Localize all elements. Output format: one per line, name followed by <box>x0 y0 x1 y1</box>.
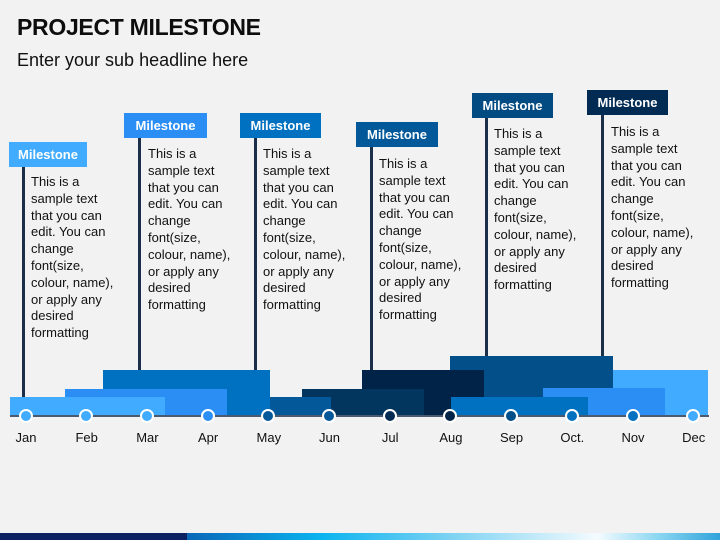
timeline-dot[interactable] <box>200 409 215 423</box>
milestone-pole <box>22 167 25 397</box>
month-label: Jun <box>319 430 340 445</box>
milestone-label: Milestone <box>367 127 427 142</box>
timeline-dot[interactable] <box>564 409 579 423</box>
timeline-dot[interactable] <box>18 409 33 423</box>
milestone-pole <box>254 138 257 370</box>
month-label: Feb <box>75 430 98 445</box>
month-label: Oct. <box>560 430 585 445</box>
milestone-flag[interactable]: Milestone <box>356 122 438 147</box>
month-label: Sep <box>500 430 524 445</box>
month-label: Dec <box>682 430 706 445</box>
milestone-flag[interactable]: Milestone <box>240 113 321 138</box>
timeline-dot[interactable] <box>625 409 640 423</box>
milestone-flag[interactable]: Milestone <box>124 113 207 138</box>
month-label: May <box>256 430 282 445</box>
month-label: Apr <box>197 430 219 445</box>
timeline-dot[interactable] <box>504 409 519 423</box>
milestone-flag[interactable]: Milestone <box>587 90 668 115</box>
timeline-axis <box>10 415 709 417</box>
milestone-note: This is a sample text that you can edit.… <box>148 146 231 313</box>
page-title: PROJECT MILESTONE <box>17 14 261 40</box>
timeline-dot[interactable] <box>443 409 458 423</box>
milestone-pole <box>601 115 604 356</box>
footer-bar <box>0 533 720 540</box>
timeline-dot[interactable] <box>79 409 94 423</box>
milestone-label: Milestone <box>18 147 78 162</box>
milestone-note: This is a sample text that you can edit.… <box>379 156 462 323</box>
milestone-note: This is a sample text that you can edit.… <box>31 174 114 341</box>
timeline-dot[interactable] <box>686 409 701 423</box>
month-label: Jul <box>381 430 399 445</box>
milestone-note: This is a sample text that you can edit.… <box>263 146 346 313</box>
page-subtitle: Enter your sub headline here <box>17 50 249 70</box>
milestone-pole <box>138 138 141 370</box>
month-label: Nov <box>621 430 645 445</box>
milestone-flag[interactable]: Milestone <box>9 142 87 167</box>
milestone-note: This is a sample text that you can edit.… <box>611 124 694 291</box>
timeline-dot[interactable] <box>322 409 336 423</box>
milestone-label: Milestone <box>135 118 196 133</box>
timeline-dot[interactable] <box>261 409 276 423</box>
milestone-label: Milestone <box>482 98 543 113</box>
milestone-flag[interactable]: Milestone <box>472 93 553 118</box>
footer-bar-dark <box>0 533 187 540</box>
month-label: Jan <box>15 430 37 445</box>
milestone-note: This is a sample text that you can edit.… <box>494 126 577 293</box>
month-label: Mar <box>136 430 159 445</box>
milestone-label: Milestone <box>250 118 311 133</box>
footer-bar-gradient <box>187 533 720 540</box>
milestone-pole <box>485 118 488 356</box>
timeline-dot[interactable] <box>382 409 397 423</box>
milestone-label: Milestone <box>597 95 658 110</box>
month-label: Aug <box>439 430 463 445</box>
milestone-pole <box>370 147 373 370</box>
timeline-dot[interactable] <box>139 409 154 423</box>
